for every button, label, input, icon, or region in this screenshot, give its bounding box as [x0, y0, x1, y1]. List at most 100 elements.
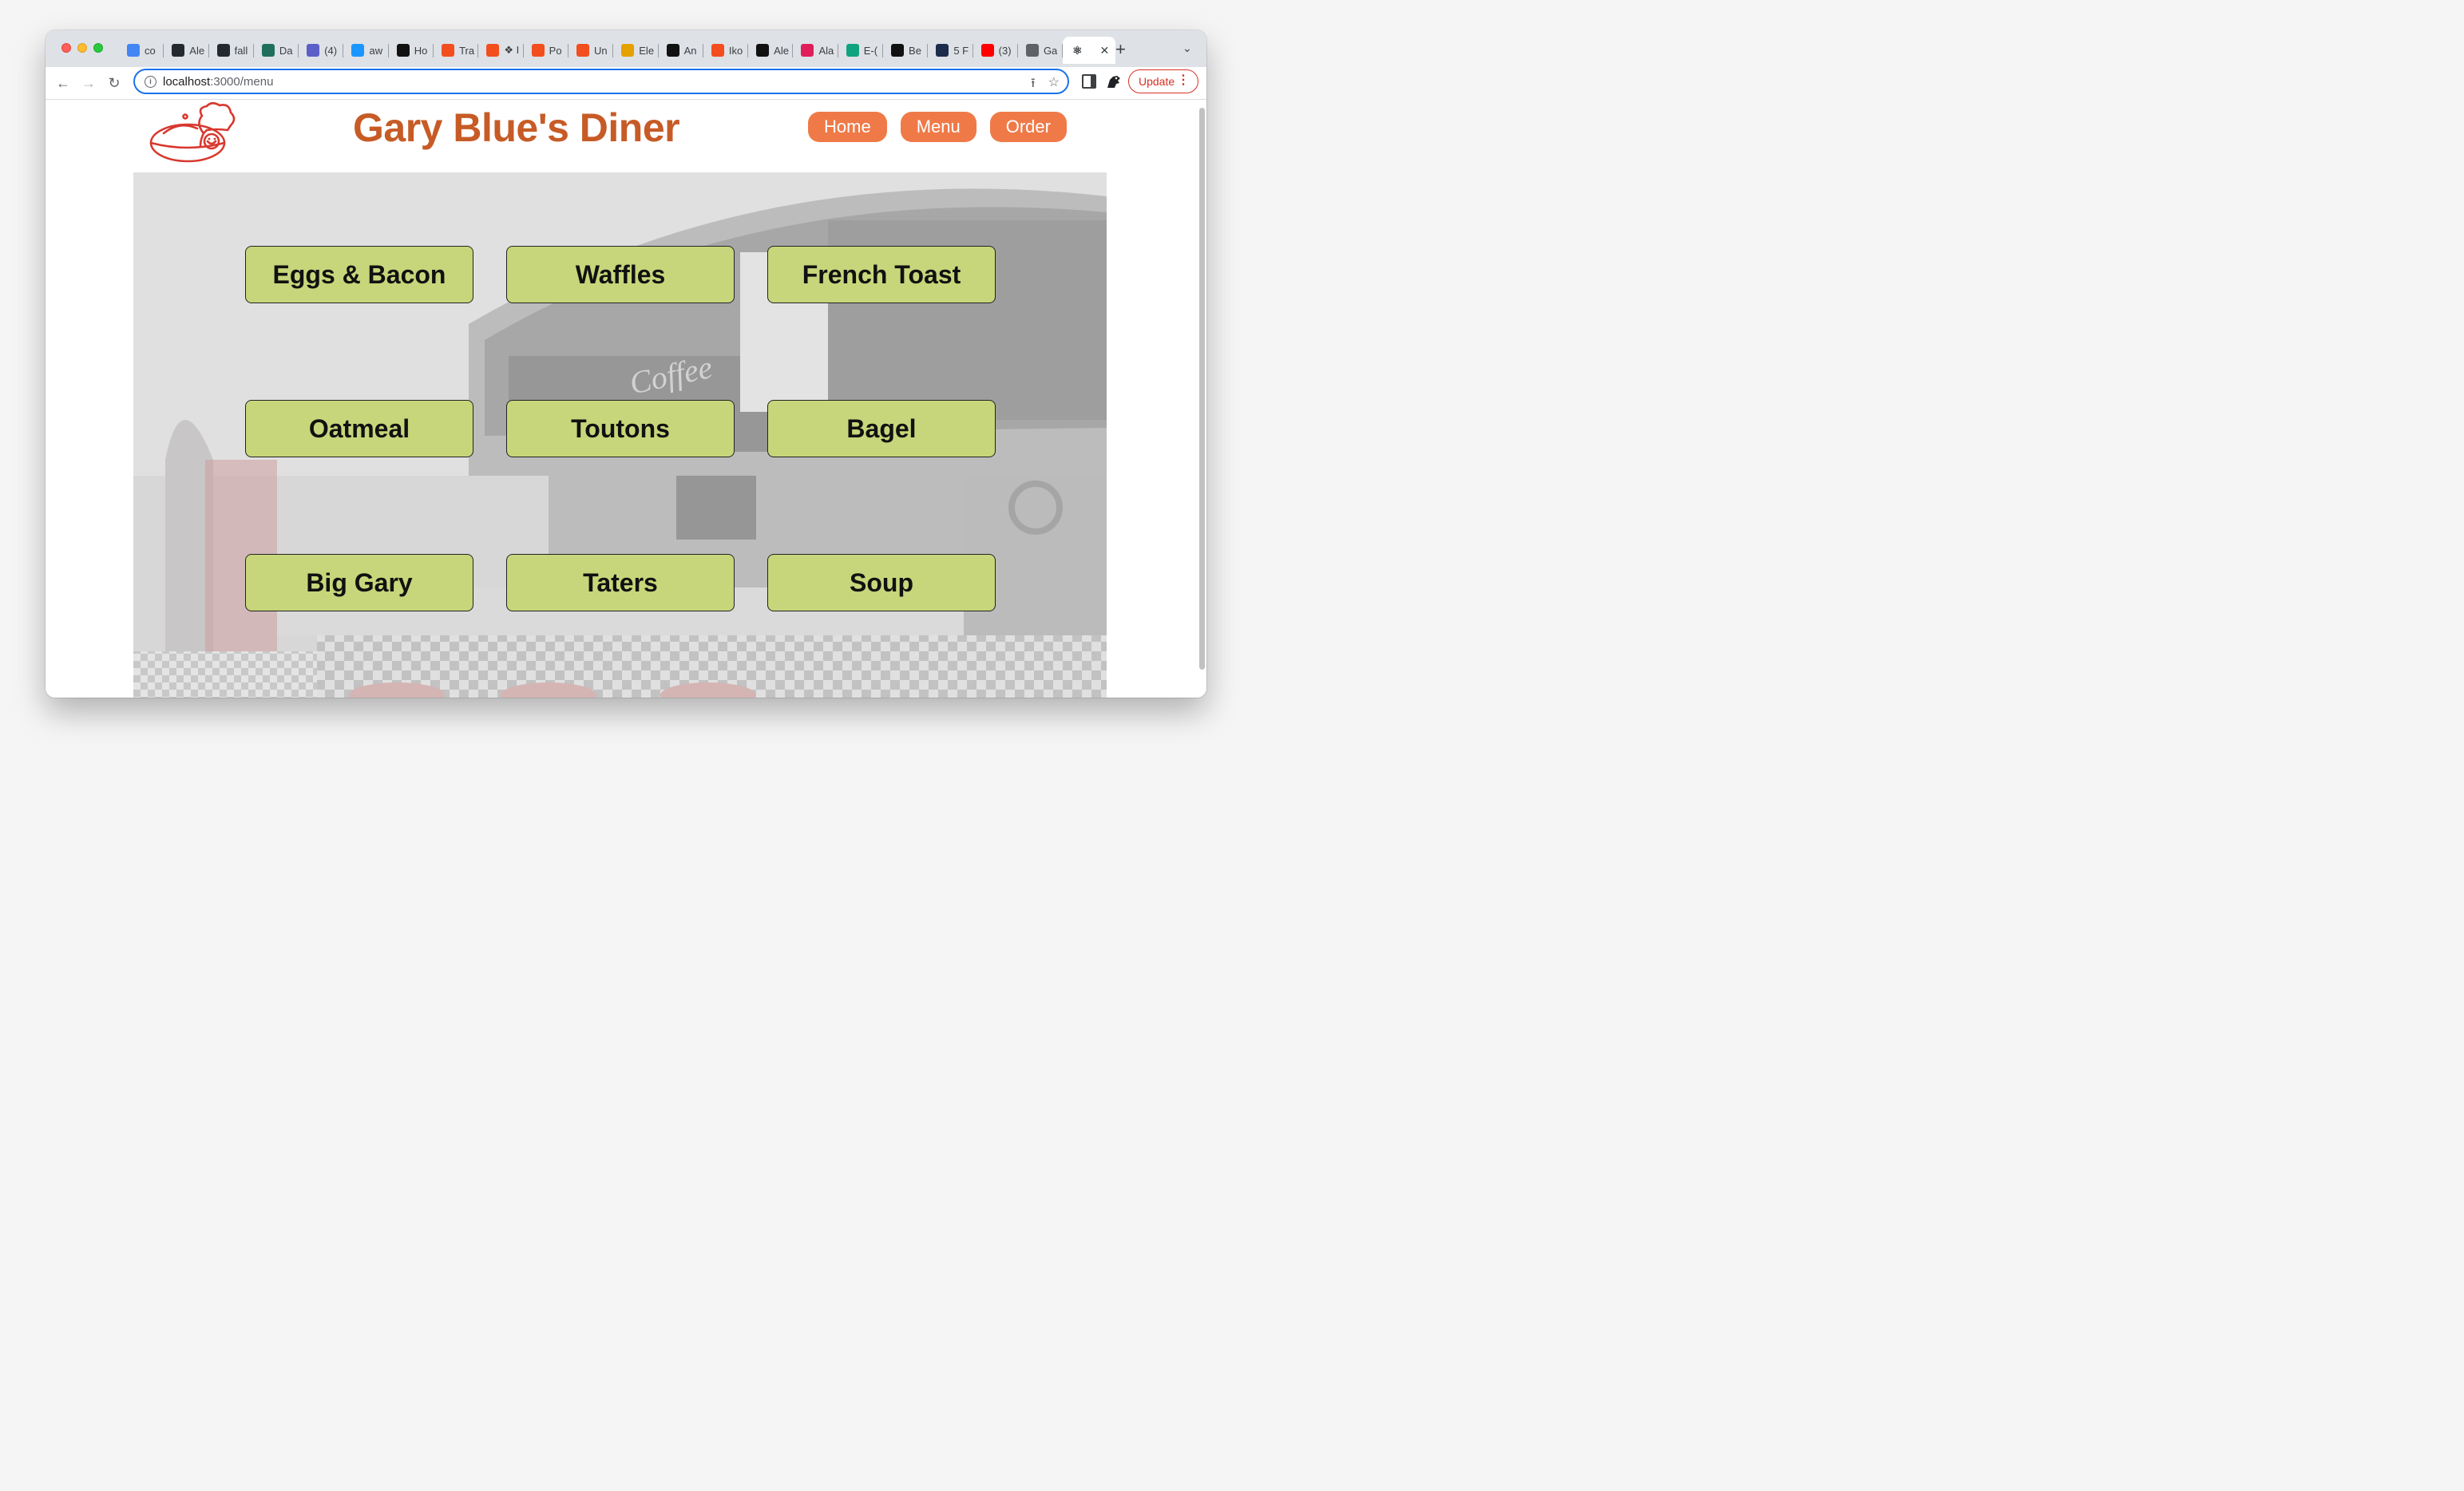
menu-item-button[interactable]: Soup [767, 554, 996, 611]
close-tab-icon[interactable]: ✕ [1100, 44, 1110, 57]
cloud-icon [351, 44, 365, 57]
arrow-left-icon: ← [56, 74, 70, 91]
c-app-icon [261, 44, 275, 57]
bookmark-star-icon[interactable]: ☆ [1048, 74, 1060, 96]
tab-list: co Ale fall Da (4) aw Ho Tra ❖ I Po Un Ele An Iko Ale A… [119, 37, 1116, 65]
site-nav: Home Menu Order [808, 112, 1067, 142]
browser-tab[interactable]: (3) [973, 37, 1018, 64]
menu-item-button[interactable]: Bagel [767, 400, 996, 457]
arrow-right-icon: → [81, 74, 96, 91]
address-bar[interactable]: i localhost:3000/menu ⭱ ☆ [133, 69, 1069, 94]
page-scrollbar[interactable] [1199, 108, 1205, 670]
browser-tab[interactable]: Ale [164, 37, 209, 64]
site-title: Gary Blue's Diner [353, 105, 680, 150]
tab-label: co [145, 44, 156, 57]
tab-label: ❖ I [504, 44, 520, 56]
framer-icon [756, 44, 770, 57]
browser-tab[interactable]: Da [254, 37, 299, 64]
browser-tab[interactable]: aw [343, 37, 389, 64]
browser-tab[interactable]: Po [524, 37, 568, 64]
active-browser-tab[interactable]: ⚛ ✕ [1063, 37, 1116, 64]
browser-tab[interactable]: 5 F [928, 37, 973, 64]
menu-item-button[interactable]: French Toast [767, 246, 996, 303]
figma-icon [711, 44, 724, 57]
tab-label: Be [909, 44, 921, 57]
amazon-icon [666, 44, 679, 57]
figma-icon [442, 44, 455, 57]
menu-hero-section: Coffee Eggs & BaconWafflesFrench ToastOa… [133, 172, 1107, 698]
tab-label: Un [593, 44, 608, 57]
github-icon [172, 44, 185, 57]
tab-search-button[interactable]: ⌄ [1182, 42, 1192, 55]
tab-label: (3) [998, 44, 1012, 57]
new-tab-button[interactable]: + [1115, 41, 1126, 58]
side-panel-icon[interactable] [1082, 74, 1096, 89]
browser-tab[interactable]: Un [568, 37, 614, 64]
nav-menu-button[interactable]: Menu [900, 112, 976, 142]
nav-home-button[interactable]: Home [808, 112, 887, 142]
browser-tab[interactable]: E-( [838, 37, 884, 64]
url-host: localhost [163, 74, 211, 89]
browser-tab[interactable]: Ho [389, 37, 434, 64]
tab-label: Tra [459, 44, 475, 57]
menu-item-button[interactable]: Taters [506, 554, 735, 611]
menu-grid: Eggs & Bacon Waffles French Toast Oatmeal To… [245, 246, 996, 611]
bag-icon [621, 44, 635, 57]
share-icon[interactable]: ⭱ [1031, 74, 1036, 96]
update-button[interactable]: Update ⋮ [1128, 69, 1198, 93]
page-viewport: Gary Blue's Diner Home Menu Order Eggs &… [46, 100, 1206, 698]
menu-item-button[interactable]: Waffles [506, 246, 735, 303]
browser-tab[interactable]: An [659, 37, 703, 64]
menu-item-button[interactable]: Big Gary [245, 554, 473, 611]
tab-label: 5 F [953, 44, 969, 57]
url-path: :3000/menu [210, 74, 274, 89]
browser-tab[interactable]: Tra [434, 37, 479, 64]
tab-label: Po [549, 44, 562, 57]
browser-tab[interactable]: (4) [299, 37, 344, 64]
chef-logo-icon[interactable] [148, 101, 240, 165]
extension-icon[interactable] [1105, 73, 1123, 91]
browser-tab[interactable]: Ale [748, 37, 794, 64]
menu-item-button[interactable]: Oatmeal [245, 400, 473, 457]
browser-tab[interactable]: fall [209, 37, 254, 64]
tab-label: Ale [189, 44, 205, 57]
browser-tab[interactable]: Iko [703, 37, 749, 64]
figma-icon [531, 44, 545, 57]
fullscreen-window-button[interactable] [93, 43, 103, 53]
nav-order-button[interactable]: Order [989, 112, 1067, 142]
update-label: Update [1139, 75, 1175, 88]
browser-window: co Ale fall Da (4) aw Ho Tra ❖ I Po Un Ele An Iko Ale A… [46, 30, 1206, 698]
reload-button[interactable]: ↻ [105, 73, 124, 93]
browser-toolbar: ← → ↻ i localhost:3000/menu ⭱ ☆ Update ⋮ [46, 67, 1206, 100]
tab-label: (4) [324, 44, 338, 57]
github-icon [216, 44, 230, 57]
tab-label: Iko [728, 44, 743, 57]
menu-item-button[interactable]: Eggs & Bacon [245, 246, 473, 303]
menu-item-button[interactable]: Toutons [506, 400, 735, 457]
tab-strip: co Ale fall Da (4) aw Ho Tra ❖ I Po Un Ele An Iko Ale A… [46, 30, 1206, 67]
back-button[interactable]: ← [53, 73, 73, 93]
react-icon: ⚛ [1072, 43, 1083, 57]
browser-tab[interactable]: Ala [793, 37, 838, 64]
forward-button[interactable]: → [79, 73, 98, 93]
browser-tab[interactable]: Ga [1018, 37, 1064, 64]
browser-tab[interactable]: ❖ I [478, 37, 524, 64]
tab-label: Ale [774, 44, 789, 57]
site-info-icon[interactable]: i [145, 75, 156, 88]
tab-label: Ga [1043, 44, 1058, 57]
slack-icon [801, 44, 814, 57]
minimize-window-button[interactable] [77, 43, 87, 53]
tab-label: E-( [863, 44, 878, 57]
w-logo-icon [891, 44, 905, 57]
figma-icon [486, 44, 500, 57]
tab-label: aw [369, 44, 383, 57]
tab-label: Ho [414, 44, 428, 57]
tab-label: An [683, 44, 697, 57]
close-window-button[interactable] [61, 43, 71, 53]
browser-tab[interactable]: Ele [613, 37, 659, 64]
browser-tab[interactable]: co [119, 37, 164, 64]
openai-icon [846, 44, 859, 57]
youtube-icon [980, 44, 994, 57]
browser-tab[interactable]: Be [883, 37, 929, 64]
more-menu-icon[interactable]: ⋮ [1177, 73, 1190, 88]
